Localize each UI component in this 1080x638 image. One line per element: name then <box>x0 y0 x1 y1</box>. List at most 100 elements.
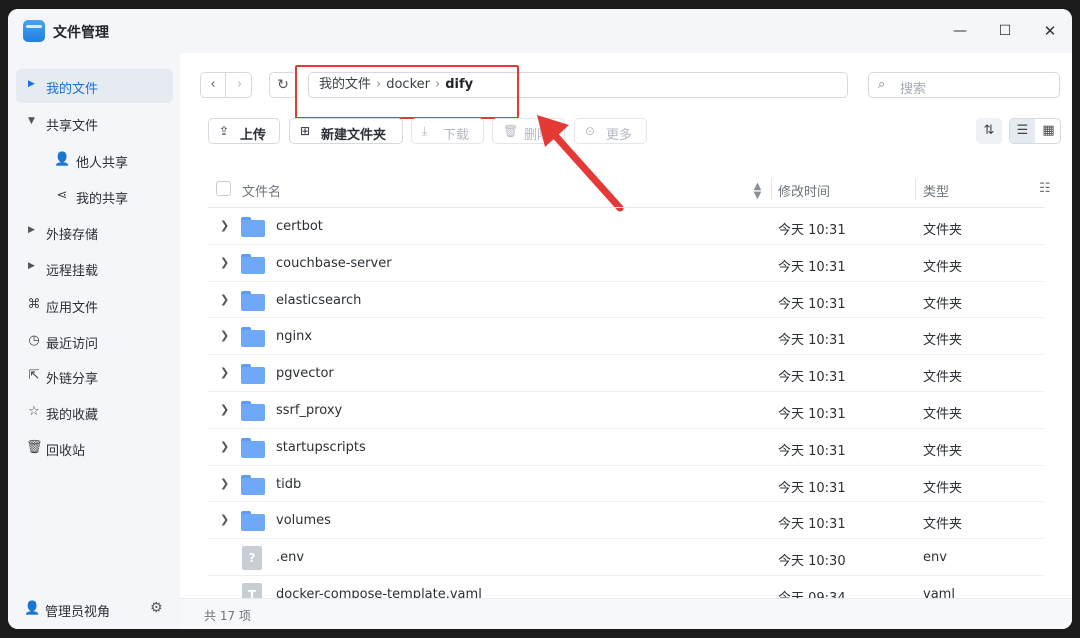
sidebar-item-favorites[interactable]: ☆ 我的收藏 <box>16 395 173 429</box>
caret-right-icon: ▶ <box>28 261 35 271</box>
maximize-button[interactable]: ☐ <box>993 19 1017 43</box>
chevron-right-icon[interactable]: ❯ <box>220 329 229 342</box>
folder-icon <box>241 215 265 237</box>
file-name: volumes <box>276 513 331 529</box>
folder-icon <box>241 362 265 385</box>
table-row[interactable]: Tdocker-compose-template.vaml 今天 09:34 vam… <box>208 576 1044 598</box>
file-mtime: 今天 10:31 <box>778 517 846 533</box>
file-name: ssrf_proxy <box>276 402 343 418</box>
search-icon: ⌕ <box>878 77 886 92</box>
file-mtime: 今天 09:34 <box>778 587 846 598</box>
chevron-right-icon[interactable]: ❯ <box>220 256 229 269</box>
apps-icon: ⌘ <box>27 297 41 312</box>
more-button[interactable]: ⊙ 更多 <box>574 118 647 144</box>
chevron-right-icon[interactable]: ❯ <box>220 403 229 416</box>
chevron-right-icon[interactable]: ❯ <box>220 293 229 306</box>
chevron-right-icon[interactable]: ❯ <box>220 477 229 490</box>
sidebar-item-link-share[interactable]: ⇱ 外链分享 <box>16 359 173 393</box>
minimize-button[interactable]: — <box>948 19 972 43</box>
table-row[interactable]: ❯ nginx 今天 10:31 文件夹 <box>208 318 1044 356</box>
table-row[interactable]: ❯ certbot 今天 10:31 文件夹 <box>208 208 1044 245</box>
sidebar-item-shared-files[interactable]: ▼ 共享文件 <box>16 106 173 140</box>
file-icon: T <box>241 582 265 598</box>
file-mtime: 今天 10:31 <box>778 480 846 496</box>
table-row[interactable]: ? .env 今天 10:30 env <box>208 539 1044 576</box>
file-name: pgvector <box>276 366 334 382</box>
back-button[interactable]: ‹ <box>201 73 226 97</box>
file-name: elasticsearch <box>276 292 362 308</box>
forward-button[interactable]: › <box>227 73 252 97</box>
sidebar-item-my-shares[interactable]: ⋖ 我的共享 <box>16 179 173 213</box>
file-type: env <box>923 550 947 566</box>
folder-icon <box>241 399 265 421</box>
trash-icon: 🗑 <box>26 440 43 455</box>
column-header-type[interactable]: 类型 <box>923 181 949 200</box>
folder-icon <box>241 436 265 458</box>
column-settings-icon[interactable]: ☷ <box>1039 181 1051 196</box>
column-header-name[interactable]: 文件名 <box>242 181 281 200</box>
sidebar-item-recent[interactable]: ◷ 最近访问 <box>16 324 173 358</box>
file-name: startupscripts <box>276 439 366 455</box>
sidebar-item-label: 回收站 <box>46 444 86 459</box>
grid-view-icon[interactable]: ▦ <box>1036 119 1061 143</box>
file-mtime: 今天 10:31 <box>778 443 846 459</box>
sidebar-item-shared-with-me[interactable]: 👤 他人共享 <box>16 143 173 177</box>
title-bar: 文件管理 — ☐ ✕ <box>8 9 1072 53</box>
download-icon: ⤓ <box>422 124 428 138</box>
search-placeholder: 搜索 <box>900 82 927 97</box>
file-mtime: 今天 10:31 <box>778 370 846 386</box>
more-icon: ⊙ <box>585 124 596 138</box>
column-header-mtime[interactable]: 修改时间 <box>778 181 830 200</box>
star-icon: ☆ <box>28 404 40 419</box>
delete-button[interactable]: 🗑 删除 <box>492 118 565 144</box>
table-row[interactable]: ❯ ssrf_proxy 今天 10:31 文件夹 <box>208 392 1044 429</box>
download-button[interactable]: ⤓ 下载 <box>411 118 484 144</box>
file-name: docker-compose-template.vaml <box>276 586 482 598</box>
upload-button[interactable]: ⇪ 上传 <box>208 118 280 144</box>
search-input[interactable]: ⌕ 搜索 <box>868 72 1060 98</box>
sidebar-item-external-storage[interactable]: ▶ 外接存储 <box>16 215 173 249</box>
new-folder-button[interactable]: ⊞ 新建文件夹 <box>289 118 403 144</box>
history-nav: ‹ › <box>200 72 252 98</box>
chevron-right-icon[interactable]: ❯ <box>220 219 229 232</box>
list-view-icon[interactable]: ☰ <box>1010 119 1035 143</box>
sort-arrows-icon[interactable]: ▲▼ <box>752 181 763 199</box>
sidebar-item-label: 共享文件 <box>46 119 99 134</box>
gear-icon[interactable]: ⚙ <box>150 600 163 616</box>
upload-label: 上传 <box>240 128 267 143</box>
table-row[interactable]: ❯ elasticsearch 今天 10:31 文件夹 <box>208 282 1044 319</box>
sidebar-item-remote-mount[interactable]: ▶ 远程挂载 <box>16 251 173 285</box>
close-button[interactable]: ✕ <box>1038 19 1062 43</box>
column-divider[interactable] <box>915 178 916 200</box>
share-icon: ⋖ <box>56 188 68 203</box>
clock-icon: ◷ <box>28 333 40 348</box>
caret-down-icon: ▼ <box>28 116 35 126</box>
sidebar-item-label: 我的文件 <box>46 82 99 97</box>
chevron-right-icon[interactable]: ❯ <box>220 513 229 526</box>
table-row[interactable]: ❯ volumes 今天 10:31 文件夹 <box>208 502 1044 540</box>
sidebar-item-recycle-bin[interactable]: 🗑 回收站 <box>16 431 173 465</box>
new-folder-icon: ⊞ <box>300 124 311 138</box>
app-title: 文件管理 <box>53 25 109 41</box>
folder-icon <box>241 252 265 274</box>
chevron-right-icon[interactable]: ❯ <box>220 440 229 453</box>
file-mtime: 今天 10:31 <box>778 296 846 312</box>
table-row[interactable]: ❯ tidb 今天 10:31 文件夹 <box>208 466 1044 503</box>
sidebar-item-label: 他人共享 <box>76 156 129 171</box>
file-name: certbot <box>276 219 323 234</box>
select-all-checkbox[interactable] <box>216 181 231 196</box>
admin-view-label[interactable]: 管理员视角 <box>45 601 110 620</box>
refresh-button[interactable]: ↻ <box>269 72 297 98</box>
file-mtime: 今天 10:31 <box>778 259 846 275</box>
sidebar-item-my-files[interactable]: ▶ 我的文件 <box>16 69 173 103</box>
chevron-right-icon[interactable]: ❯ <box>220 366 229 379</box>
sidebar-item-app-files[interactable]: ⌘ 应用文件 <box>16 288 173 322</box>
table-row[interactable]: ❯ couchbase-server 今天 10:31 文件夹 <box>208 245 1044 282</box>
file-manager-window: 文件管理 — ☐ ✕ ▶ 我的文件 ▼ 共享文件 👤 他人共享 ⋖ 我的共享 ▶… <box>8 9 1072 629</box>
column-divider[interactable] <box>771 178 772 200</box>
table-row[interactable]: ❯ pgvector 今天 10:31 文件夹 <box>208 355 1044 392</box>
sidebar-item-label: 外链分享 <box>46 372 99 387</box>
table-row[interactable]: ❯ startupscripts 今天 10:31 文件夹 <box>208 429 1044 466</box>
file-type: 文件夹 <box>923 370 963 386</box>
sort-button[interactable]: ⇅ <box>976 118 1002 144</box>
